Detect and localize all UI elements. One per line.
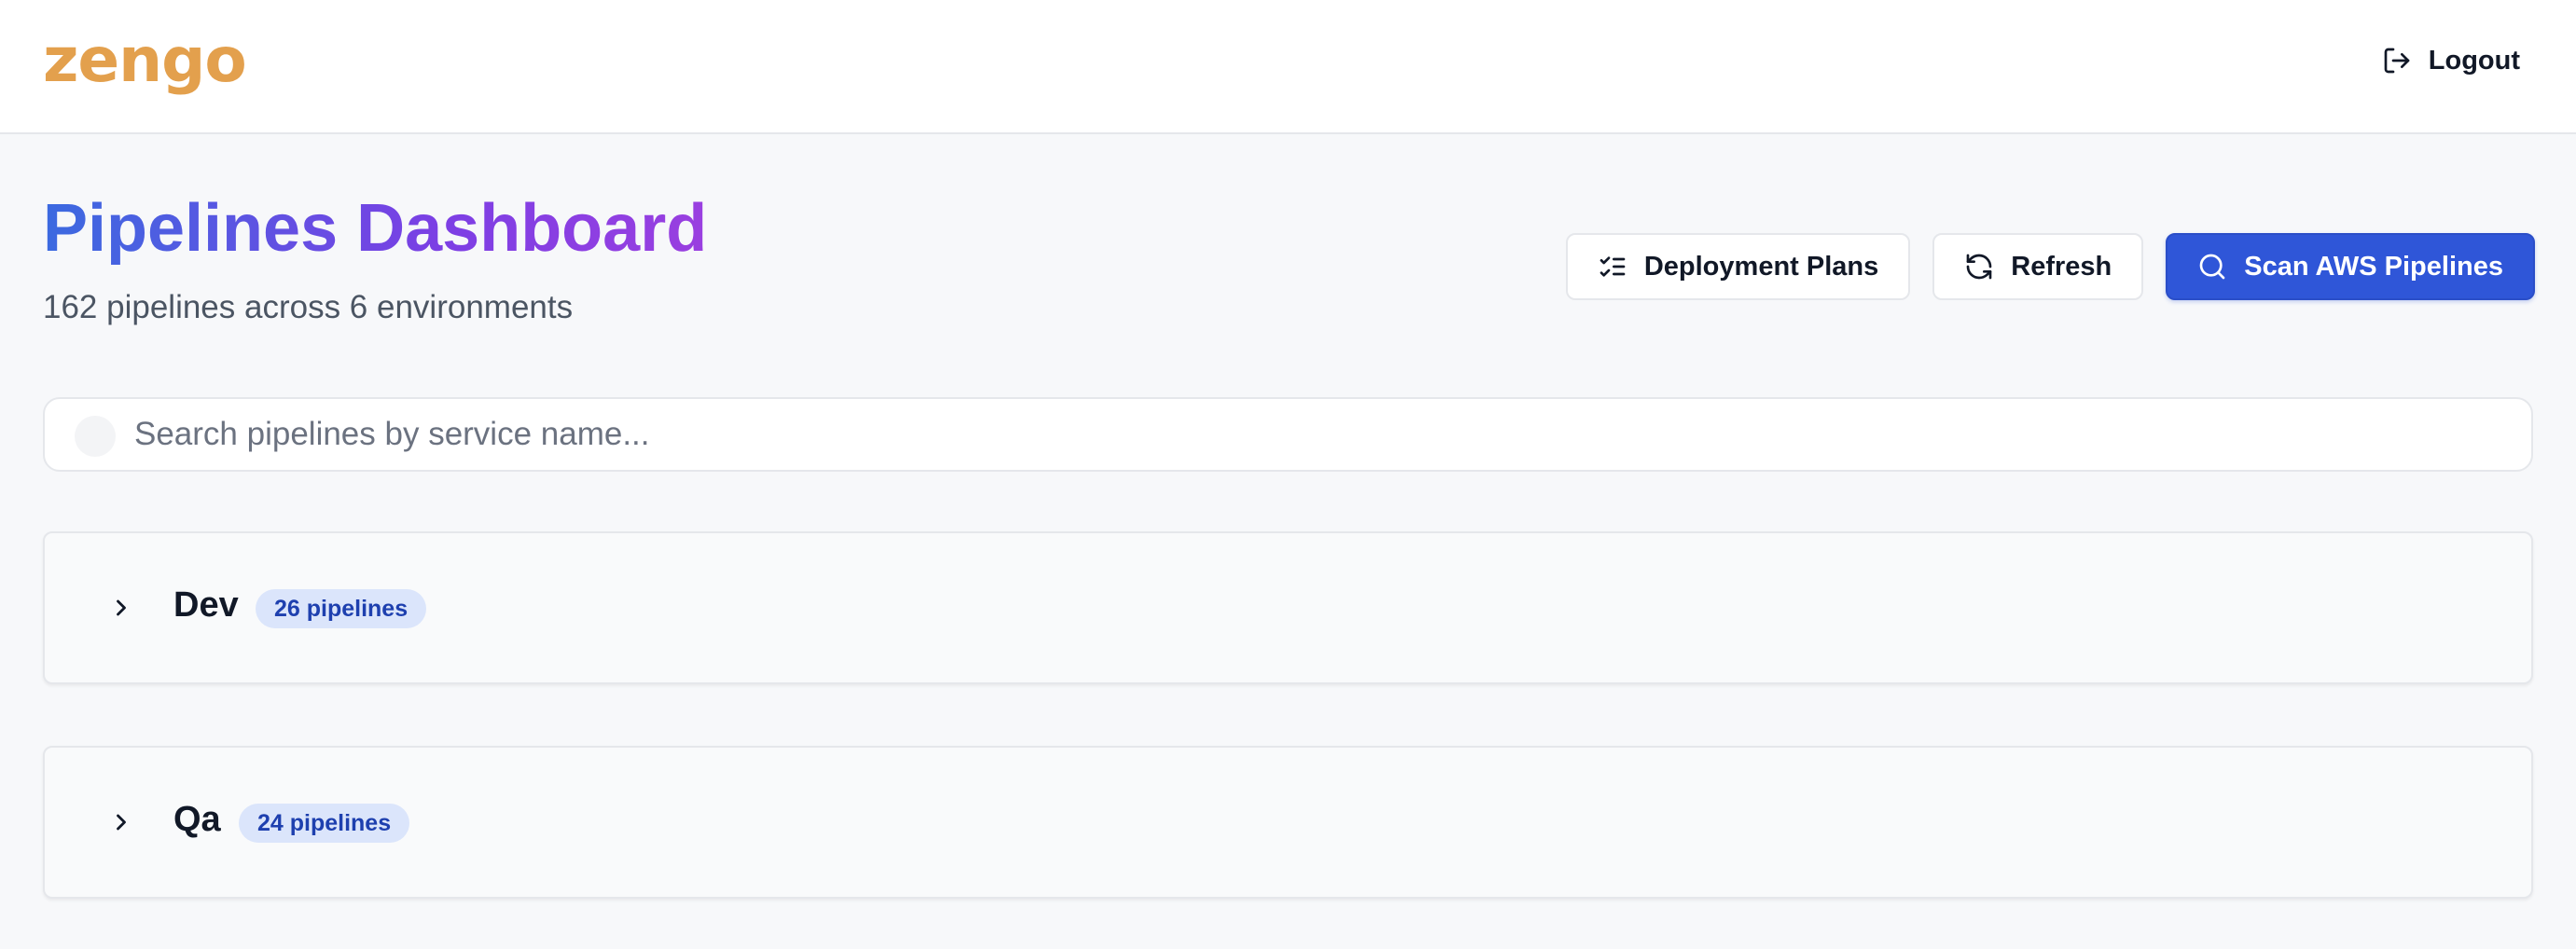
top-navigation-bar: zengo Logout xyxy=(0,0,2576,134)
environment-group-qa[interactable]: Qa 24 pipelines xyxy=(43,746,2533,899)
deployment-plans-button[interactable]: Deployment Plans xyxy=(1565,233,1911,300)
refresh-button[interactable]: Refresh xyxy=(1932,233,2144,300)
page-subtitle: 162 pipelines across 6 environments xyxy=(43,289,574,325)
toolbar: Deployment Plans Refresh Scan AWS Pipeli… xyxy=(1565,233,2535,300)
search-icon xyxy=(2197,252,2227,282)
logout-button[interactable]: Logout xyxy=(2382,35,2520,86)
search-icon-placeholder xyxy=(75,416,116,457)
chevron-right-icon[interactable] xyxy=(108,595,134,621)
pipeline-count-badge: 26 pipelines xyxy=(256,589,427,628)
environment-group-dev[interactable]: Dev 26 pipelines xyxy=(43,531,2533,684)
app-logo[interactable]: zengo xyxy=(43,24,247,96)
search-input[interactable] xyxy=(134,399,2503,470)
refresh-label: Refresh xyxy=(2011,251,2112,282)
logout-icon xyxy=(2382,46,2412,76)
refresh-icon xyxy=(1964,252,1994,282)
search-bar xyxy=(43,397,2533,472)
scan-aws-pipelines-label: Scan AWS Pipelines xyxy=(2244,251,2503,282)
deployment-plans-label: Deployment Plans xyxy=(1643,251,1879,282)
scan-aws-pipelines-button[interactable]: Scan AWS Pipelines xyxy=(2166,233,2535,300)
pipeline-count-badge: 24 pipelines xyxy=(239,804,410,843)
page-title: Pipelines Dashboard xyxy=(43,191,708,266)
logout-label: Logout xyxy=(2428,45,2520,76)
chevron-right-icon[interactable] xyxy=(108,809,134,835)
list-checks-icon xyxy=(1598,252,1627,282)
environment-name: Dev xyxy=(173,585,239,625)
main-content: Pipelines Dashboard 162 pipelines across… xyxy=(0,136,2576,949)
environment-name: Qa xyxy=(173,800,221,839)
